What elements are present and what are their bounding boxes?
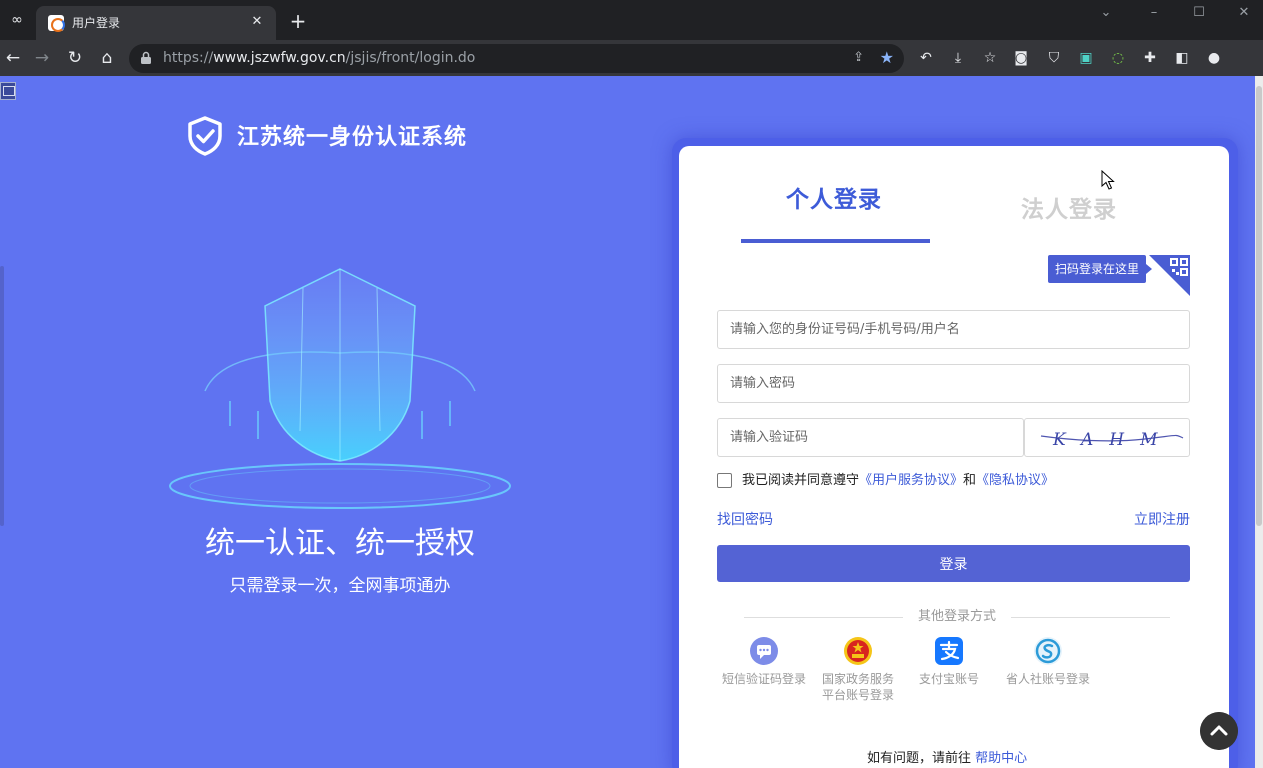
url-text: https://www.jszwfw.gov.cn/jsjis/front/lo… [163,50,476,66]
login-page: 江苏统一身份认证系统 统一认证、统一授权 只需登录一次，全网事项通办 个人登录 … [0,76,1263,768]
shield-check-icon [188,116,222,156]
window-close-button[interactable]: ✕ [1221,0,1263,26]
national-emblem-icon [844,637,872,665]
user-agreement-link[interactable]: 《用户服务协议》 [859,473,963,488]
side-panel-icon[interactable]: ◧ [1172,49,1192,67]
left-edge-strip [0,266,4,526]
help-text: 如有问题，请前往 帮助中心 [867,751,1028,766]
agreement-text: 我已阅读并同意遵守《用户服务协议》和《隐私协议》 [742,473,1055,488]
bookmark-star-icon[interactable]: ★ [880,48,894,67]
sms-icon [750,637,778,665]
register-link[interactable]: 立即注册 [1134,509,1190,529]
reload-icon[interactable]: ↻ [64,47,86,69]
tab-legal-login[interactable]: 法人登录 [1021,190,1117,224]
home-icon[interactable]: ⌂ [96,47,118,69]
login-card: 个人登录 法人登录 扫码登录在这里 KAHM 我已阅读并同意遵守《用户服务协议》… [679,146,1229,768]
alipay-icon [935,637,963,665]
sms-login-option[interactable]: 短信验证码登录 [714,636,814,687]
agree-checkbox[interactable] [717,473,732,488]
tab-close-icon[interactable]: ✕ [248,13,266,31]
active-tab-indicator [741,239,930,243]
extension-shield-icon[interactable]: ⛉ [1044,49,1064,67]
other-login-title: 其他登录方式 [903,608,1011,626]
social-security-label: 省人社账号登录 [1005,672,1090,686]
sms-login-label: 短信验证码登录 [721,672,806,686]
forgot-password-link[interactable]: 找回密码 [717,509,773,529]
page-scrollbar[interactable] [1255,76,1263,768]
reading-list-icon[interactable]: ☆ [980,49,1000,67]
help-center-link[interactable]: 帮助中心 [975,751,1027,766]
captcha-image[interactable]: KAHM [1024,418,1190,457]
lock-icon [141,51,151,64]
extensions-puzzle-icon[interactable]: ✚ [1140,49,1160,67]
username-input[interactable] [717,310,1190,349]
extension-save-icon[interactable]: ▣ [1076,49,1096,67]
browser-tab-bar: ∞ 用户登录 ✕ + ⌄ – ☐ ✕ [0,0,1263,40]
login-button[interactable]: 登录 [717,545,1190,582]
extension-refresh-icon[interactable]: ◌ [1108,49,1128,67]
tab-personal-login[interactable]: 个人登录 [786,180,882,214]
download-icon[interactable]: ⤓ [948,49,968,67]
alipay-login-option[interactable]: 支付宝账号 [899,636,999,687]
extension-glasses-icon[interactable]: ◙ [1011,49,1031,67]
extension-undo-icon[interactable]: ↶ [916,49,936,67]
new-tab-button[interactable]: + [287,10,309,32]
social-security-login-option[interactable]: 省人社账号登录 [998,636,1098,687]
browser-tab-active[interactable]: 用户登录 ✕ [36,6,276,40]
window-minimize-button[interactable]: – [1131,0,1177,26]
profile-avatar-icon[interactable]: ● [1204,49,1224,67]
hero-slogan: 统一认证、统一授权 [205,526,475,561]
shield-illustration-icon [169,268,511,509]
captcha-text: KAHM [1052,430,1174,450]
back-to-top-button[interactable] [1200,712,1238,750]
national-platform-login-option[interactable]: 国家政务服务 平台账号登录 [808,636,908,703]
forward-arrow-icon[interactable]: → [31,47,53,69]
share-icon[interactable]: ⇪ [853,50,864,65]
qr-login-tip: 扫码登录在这里 [1048,255,1153,283]
brand-title: 江苏统一身份认证系统 [237,125,468,150]
browser-toolbar: ← → ↻ ⌂ https://www.jszwfw.gov.cn/jsjis/… [0,40,1263,76]
hero-sub-slogan: 只需登录一次，全网事项通办 [229,576,451,596]
password-input[interactable] [717,364,1190,403]
browser-profile-icon[interactable]: ∞ [7,12,27,28]
window-restore-button[interactable]: ☐ [1176,0,1222,26]
broken-image-icon [0,82,16,100]
social-security-icon [1034,637,1062,665]
captcha-graphic: KAHM [1040,430,1184,450]
tab-favicon-icon [48,15,65,32]
scrollbar-thumb[interactable] [1256,86,1262,526]
address-bar[interactable]: https://www.jszwfw.gov.cn/jsjis/front/lo… [129,44,904,73]
alipay-login-label: 支付宝账号 [918,672,979,686]
privacy-agreement-link[interactable]: 《隐私协议》 [976,473,1054,488]
tab-search-icon[interactable]: ⌄ [1083,0,1129,26]
tab-title: 用户登录 [72,16,121,30]
back-arrow-icon[interactable]: ← [2,47,24,69]
captcha-input[interactable] [717,418,1024,457]
mouse-cursor-icon [1101,170,1115,190]
qr-code-icon[interactable] [1149,255,1190,296]
national-platform-label: 国家政务服务 平台账号登录 [821,672,894,702]
